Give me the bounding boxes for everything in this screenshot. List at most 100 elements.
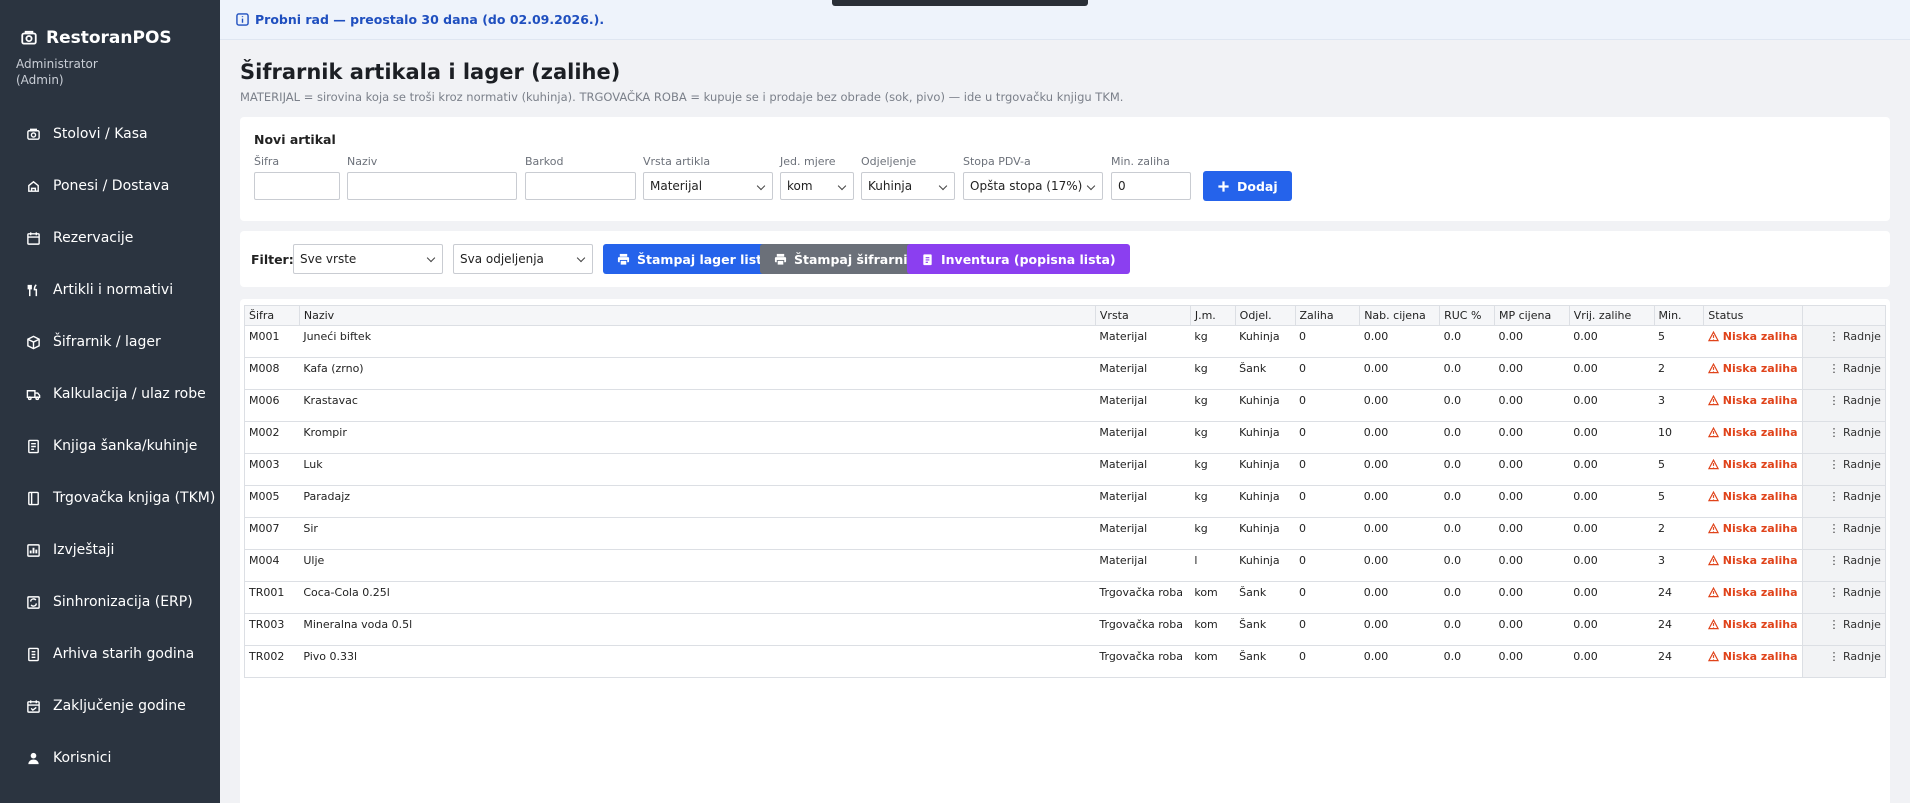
- row-actions-button[interactable]: ⋮ Radnje: [1807, 358, 1882, 375]
- table-row[interactable]: M007 Sir Materijal kg Kuhinja 0 0.00 0.0 0.00 0.0…: [244, 517, 1886, 550]
- cell-vrij-zalihe: 0.00: [1569, 453, 1655, 486]
- sidebar-item-sifrarnik[interactable]: Šifrarnik / lager: [0, 316, 220, 368]
- table-row[interactable]: M004 Ulje Materijal l Kuhinja 0 0.00 0.0 0.00 0.0…: [244, 549, 1886, 582]
- status-text: Niska zaliha: [1722, 394, 1798, 407]
- plus-icon: [1218, 180, 1229, 192]
- table-row[interactable]: M002 Krompir Materijal kg Kuhinja 0 0.00 0.0 0.0…: [244, 421, 1886, 454]
- cell-vrij-zalihe: 0.00: [1569, 581, 1655, 614]
- cell-status: Niska zaliha: [1703, 613, 1802, 646]
- column-header[interactable]: Vrij. zalihe: [1568, 305, 1655, 326]
- table-row[interactable]: M005 Paradajz Materijal kg Kuhinja 0 0.00 0.0 0.…: [244, 485, 1886, 518]
- column-header[interactable]: Naziv: [298, 305, 1096, 326]
- status-badge: Niska zaliha: [1707, 518, 1798, 535]
- column-header[interactable]: Nab. cijena: [1359, 305, 1441, 326]
- row-actions-button[interactable]: ⋮ Radnje: [1807, 582, 1882, 599]
- column-header[interactable]: Odjel.: [1234, 305, 1296, 326]
- pdv-select[interactable]: Opšta stopa (17%): [963, 172, 1103, 200]
- column-header[interactable]: [1801, 305, 1886, 326]
- column-header[interactable]: MP cijena: [1493, 305, 1570, 326]
- row-actions-button[interactable]: ⋮ Radnje: [1807, 486, 1882, 503]
- row-actions-button[interactable]: ⋮ Radnje: [1807, 614, 1882, 631]
- odjeljenje-select[interactable]: Kuhinja: [861, 172, 955, 200]
- cell-mp-cijena: 0.00: [1494, 517, 1570, 550]
- status-badge: Niska zaliha: [1707, 614, 1798, 631]
- row-actions-button[interactable]: ⋮ Radnje: [1807, 422, 1882, 439]
- sidebar-item-sinhronizacija[interactable]: Sinhronizacija (ERP): [0, 576, 220, 628]
- column-header[interactable]: Šifra: [244, 305, 300, 326]
- new-item-card: Novi artikal Šifra Naziv Barkod Vrsta ar…: [240, 117, 1890, 221]
- cell-actions: ⋮ Radnje: [1801, 389, 1886, 422]
- table-row[interactable]: M008 Kafa (zrno) Materijal kg Šank 0 0.00 0.0 0.…: [244, 357, 1886, 390]
- status-text: Niska zaliha: [1722, 490, 1798, 503]
- vrsta-field-group: Vrsta artikla Materijal: [643, 155, 773, 200]
- sidebar-item-stolovi[interactable]: Stolovi / Kasa: [0, 108, 220, 160]
- column-header[interactable]: Status: [1703, 305, 1803, 326]
- cell-actions: ⋮ Radnje: [1801, 357, 1886, 390]
- sidebar-item-rezervacije[interactable]: Rezervacije: [0, 212, 220, 264]
- cell-actions: ⋮ Radnje: [1801, 645, 1886, 678]
- vrsta-select[interactable]: Materijal: [643, 172, 773, 200]
- status-text: Niska zaliha: [1722, 650, 1798, 663]
- box-icon: [27, 335, 40, 349]
- row-actions-button[interactable]: ⋮ Radnje: [1807, 646, 1882, 663]
- barkod-input[interactable]: [525, 172, 636, 200]
- cell-vrsta: Materijal: [1095, 357, 1191, 390]
- sidebar-item-korisnici[interactable]: Korisnici: [0, 732, 220, 784]
- app-brand[interactable]: RestoranPOS: [20, 28, 172, 48]
- sidebar-item-arhiva[interactable]: Arhiva starih godina: [0, 628, 220, 680]
- sidebar-item-zakljucenje[interactable]: Zaključenje godine: [0, 680, 220, 732]
- column-header[interactable]: RUC %: [1439, 305, 1495, 326]
- add-item-button[interactable]: Dodaj: [1203, 171, 1292, 201]
- sidebar-item-trgovacka-knjiga[interactable]: Trgovačka knjiga (TKM): [0, 472, 220, 524]
- cell-sifra: M008: [244, 357, 300, 390]
- print-sifrarnik-button[interactable]: Štampaj šifrarnik: [760, 244, 930, 274]
- sidebar-item-kalkulacija[interactable]: Kalkulacija / ulaz robe: [0, 368, 220, 420]
- cell-odjel: Šank: [1235, 645, 1295, 678]
- inventura-button[interactable]: Inventura (popisna lista): [907, 244, 1130, 274]
- naziv-field-group: Naziv: [347, 155, 517, 200]
- min-zaliha-input[interactable]: 0: [1111, 172, 1191, 200]
- table-row[interactable]: M006 Krastavac Materijal kg Kuhinja 0 0.00 0.0 0…: [244, 389, 1886, 422]
- main-content: Probni rad — preostalo 30 dana (do 02.09…: [220, 0, 1910, 803]
- row-actions-button[interactable]: ⋮ Radnje: [1807, 454, 1882, 471]
- sidebar-item-label: Kalkulacija / ulaz robe: [53, 386, 206, 402]
- sidebar-item-izvjestaji[interactable]: Izvještaji: [0, 524, 220, 576]
- jm-select[interactable]: kom: [780, 172, 854, 200]
- row-actions-button[interactable]: ⋮ Radnje: [1807, 550, 1882, 567]
- cell-status: Niska zaliha: [1703, 453, 1802, 486]
- column-header[interactable]: Min.: [1653, 305, 1705, 326]
- status-badge: Niska zaliha: [1707, 358, 1798, 375]
- column-header[interactable]: J.m.: [1189, 305, 1236, 326]
- column-header[interactable]: Zaliha: [1294, 305, 1361, 326]
- cell-mp-cijena: 0.00: [1494, 645, 1570, 678]
- sifra-input[interactable]: [254, 172, 340, 200]
- filter-vrsta-select[interactable]: Sve vrste: [293, 244, 443, 274]
- table-row[interactable]: TR001 Coca-Cola 0.25l Trgovačka roba kom Šan…: [244, 581, 1886, 614]
- status-text: Niska zaliha: [1722, 586, 1798, 599]
- cell-nab-cijena: 0.00: [1359, 325, 1440, 358]
- app-name: RestoranPOS: [46, 28, 172, 48]
- warning-icon: [1707, 587, 1719, 598]
- calendar-check-icon: [27, 699, 40, 713]
- sidebar-item-knjiga-sanka[interactable]: Knjiga šanka/kuhinje: [0, 420, 220, 472]
- table-row[interactable]: TR003 Mineralna voda 0.5l Trgovačka roba ko…: [244, 613, 1886, 646]
- table-row[interactable]: TR002 Pivo 0.33l Trgovačka roba kom Šank 0 0.0…: [244, 645, 1886, 678]
- vrsta-label: Vrsta artikla: [643, 155, 711, 168]
- min-zaliha-label: Min. zaliha: [1111, 155, 1170, 168]
- table-row[interactable]: M001 Juneći biftek Materijal kg Kuhinja 0 0.00…: [244, 325, 1886, 358]
- row-actions-button[interactable]: ⋮ Radnje: [1807, 518, 1882, 535]
- table-row[interactable]: M003 Luk Materijal kg Kuhinja 0 0.00 0.0 0.00 0.0…: [244, 453, 1886, 486]
- cell-actions: ⋮ Radnje: [1801, 517, 1886, 550]
- cell-min: 24: [1654, 613, 1704, 646]
- print-lager-button[interactable]: Štampaj lager listu: [603, 244, 786, 274]
- naziv-input[interactable]: [347, 172, 517, 200]
- row-actions-button[interactable]: ⋮ Radnje: [1807, 390, 1882, 407]
- cell-status: Niska zaliha: [1703, 549, 1802, 582]
- odjeljenje-select-value: Kuhinja: [868, 179, 913, 193]
- cell-jm: kg: [1190, 485, 1236, 518]
- filter-odjeljenje-select[interactable]: Sva odjeljenja: [453, 244, 593, 274]
- sidebar-item-ponesi[interactable]: Ponesi / Dostava: [0, 160, 220, 212]
- column-header[interactable]: Vrsta: [1094, 305, 1191, 326]
- row-actions-button[interactable]: ⋮ Radnje: [1807, 326, 1882, 343]
- sidebar-item-artikli[interactable]: Artikli i normativi: [0, 264, 220, 316]
